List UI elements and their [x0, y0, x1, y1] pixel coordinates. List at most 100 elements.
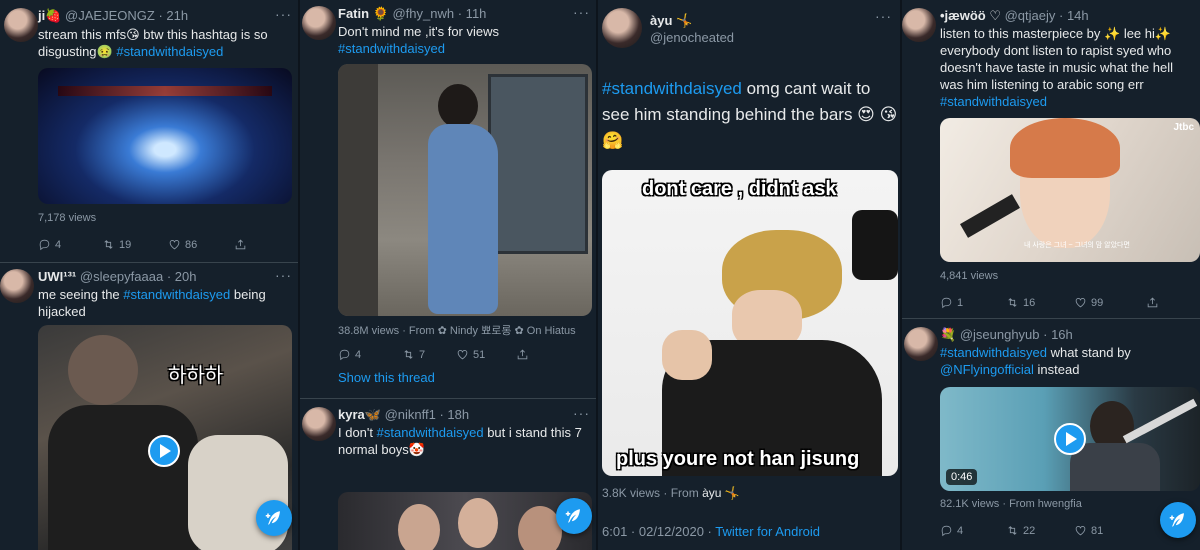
display-name[interactable]: ji🍓: [38, 8, 61, 23]
avatar[interactable]: [602, 8, 642, 48]
tweet-header: UWI¹³¹ @sleepyfaaaa · 20h: [38, 269, 196, 285]
like-count: 86: [185, 238, 198, 251]
handle[interactable]: @qtjaejy: [1005, 8, 1056, 23]
hashtag-link[interactable]: #standwithdaisyed: [940, 345, 1047, 360]
tweet-video[interactable]: 하하하: [38, 325, 292, 550]
tweet-text: I don't #standwithdaisyed but i stand th…: [338, 425, 582, 457]
display-name[interactable]: àyu 🤸: [650, 12, 734, 29]
more-icon[interactable]: ···: [275, 6, 292, 22]
display-name[interactable]: •jæwöö ♡: [940, 8, 1001, 23]
client-link[interactable]: Twitter for Android: [715, 524, 820, 539]
tweet-fhy-nwh[interactable]: Fatin 🌻 @fhy_nwh · 11h ··· Don't mind me…: [300, 0, 596, 398]
reply-button[interactable]: 4: [38, 238, 102, 251]
tweet-jaejeongz[interactable]: ji🍓 @JAEJEONGZ · 21h ··· stream this mfs…: [0, 0, 298, 262]
more-icon[interactable]: ···: [573, 4, 590, 20]
reply-count: 4: [957, 524, 964, 537]
tweet-actions: 4 22 81: [940, 524, 1138, 537]
compose-tweet-button[interactable]: [1160, 502, 1196, 538]
handle[interactable]: @jseunghyub: [960, 327, 1040, 342]
hashtag-link[interactable]: #standwithdaisyed: [602, 79, 742, 98]
tweet-text: listen to this masterpiece by ✨ lee hi✨ …: [940, 26, 1174, 109]
like-button[interactable]: 99: [1074, 296, 1146, 309]
compose-tweet-icon: [1169, 513, 1184, 527]
reply-icon: [941, 525, 952, 537]
timestamp[interactable]: · 21h: [158, 8, 188, 23]
heart-icon: [1075, 298, 1086, 308]
avatar[interactable]: [4, 8, 38, 42]
timestamp[interactable]: · 11h: [458, 6, 487, 21]
timestamp[interactable]: · 20h: [167, 269, 197, 284]
share-button[interactable]: [234, 238, 247, 251]
compose-tweet-button[interactable]: [256, 500, 292, 536]
tweet-timestamp: 6:01 · 02/12/2020 · Twitter for Android: [602, 524, 820, 539]
tweet-actions: 4 7 51: [338, 348, 529, 361]
handle[interactable]: @sleepyfaaaa: [80, 269, 163, 284]
more-icon[interactable]: ···: [875, 8, 892, 24]
tweet-video[interactable]: [338, 64, 592, 316]
hashtag-link[interactable]: #standwithdaisyed: [116, 44, 223, 59]
tweet-sleepyfaaaa[interactable]: UWI¹³¹ @sleepyfaaaa · 20h ··· me seeing …: [0, 263, 298, 550]
avatar[interactable]: [302, 407, 336, 441]
like-count: 99: [1091, 296, 1104, 309]
avatar[interactable]: [904, 327, 938, 361]
avatar[interactable]: [302, 6, 336, 40]
tweet-column-1: ji🍓 @JAEJEONGZ · 21h ··· stream this mfs…: [0, 0, 298, 550]
timestamp[interactable]: · 18h: [439, 407, 469, 422]
share-button[interactable]: [1146, 296, 1159, 309]
hashtag-link[interactable]: #standwithdaisyed: [338, 41, 445, 56]
meme-caption-top: dont care , didnt ask: [642, 178, 837, 200]
avatar[interactable]: [902, 8, 936, 42]
avatar[interactable]: [0, 269, 34, 303]
reply-button[interactable]: 4: [338, 348, 402, 361]
reply-button[interactable]: 4: [940, 524, 1006, 537]
timestamp: 6:01 · 02/12/2020 ·: [602, 524, 716, 539]
tweet-image[interactable]: dont care , didnt ask plus youre not han…: [602, 170, 898, 476]
hashtag-link[interactable]: #standwithdaisyed: [123, 287, 230, 302]
retweet-button[interactable]: 22: [1006, 524, 1074, 537]
meme-caption-bottom: plus youre not han jisung: [616, 448, 860, 470]
hashtag-link[interactable]: #standwithdaisyed: [377, 425, 484, 440]
retweet-button[interactable]: 19: [102, 238, 168, 251]
from-user[interactable]: àyu 🤸: [702, 486, 740, 500]
handle[interactable]: @niknff1: [385, 407, 436, 422]
handle[interactable]: @fhy_nwh: [392, 6, 454, 21]
retweet-button[interactable]: 16: [1006, 296, 1074, 309]
display-name[interactable]: Fatin 🌻: [338, 6, 389, 21]
retweet-icon: [1008, 298, 1017, 307]
retweet-button[interactable]: 7: [402, 348, 456, 361]
timestamp[interactable]: · 14h: [1059, 8, 1089, 23]
tweet-video[interactable]: 0:46: [940, 387, 1200, 491]
tweet-jseunghyub[interactable]: 💐 @jseunghyub · 16h #standwithdaisyed wh…: [902, 319, 1200, 550]
display-name[interactable]: kyra🦋: [338, 407, 381, 422]
display-name[interactable]: 💐: [940, 327, 956, 342]
like-button[interactable]: 81: [1074, 524, 1138, 537]
hashtag-link[interactable]: #standwithdaisyed: [940, 94, 1047, 109]
more-icon[interactable]: ···: [275, 267, 292, 283]
tweet-niknff1[interactable]: kyra🦋 @niknff1 · 18h ··· I don't #standw…: [300, 399, 596, 550]
share-button[interactable]: [516, 348, 529, 361]
tweet-video[interactable]: [38, 68, 292, 204]
view-count: 4,841 views: [940, 270, 999, 282]
mention-link[interactable]: @NFlyingofficial: [940, 362, 1034, 377]
tweet-qtjaejy[interactable]: •jæwöö ♡ @qtjaejy · 14h listen to this m…: [902, 0, 1200, 318]
reply-icon: [339, 349, 350, 361]
tweet-image[interactable]: [338, 492, 592, 550]
share-icon: [517, 349, 528, 360]
reply-button[interactable]: 1: [940, 296, 1006, 309]
display-name[interactable]: UWI¹³¹: [38, 269, 76, 284]
tweet-meta: 3.8K views · From àyu 🤸: [602, 486, 740, 500]
tweet-detail-column: àyu 🤸 @jenocheated ··· #standwithdaisyed…: [596, 0, 900, 550]
show-thread-link[interactable]: Show this thread: [338, 370, 435, 385]
play-icon[interactable]: [1054, 423, 1086, 455]
like-button[interactable]: 51: [456, 348, 516, 361]
retweet-count: 7: [419, 348, 426, 361]
like-button[interactable]: 86: [168, 238, 234, 251]
compose-tweet-button[interactable]: [556, 498, 592, 534]
timestamp[interactable]: · 16h: [1043, 327, 1073, 342]
tweet-header: Fatin 🌻 @fhy_nwh · 11h: [338, 6, 486, 22]
handle[interactable]: @JAEJEONGZ: [65, 8, 155, 23]
tweet-video[interactable]: Jtbc 내 사랑은 그녀 ~ 그녀의 맘 알았다면: [940, 118, 1200, 262]
play-icon[interactable]: [148, 435, 180, 467]
more-icon[interactable]: ···: [573, 405, 590, 421]
handle[interactable]: @jenocheated: [650, 29, 734, 46]
